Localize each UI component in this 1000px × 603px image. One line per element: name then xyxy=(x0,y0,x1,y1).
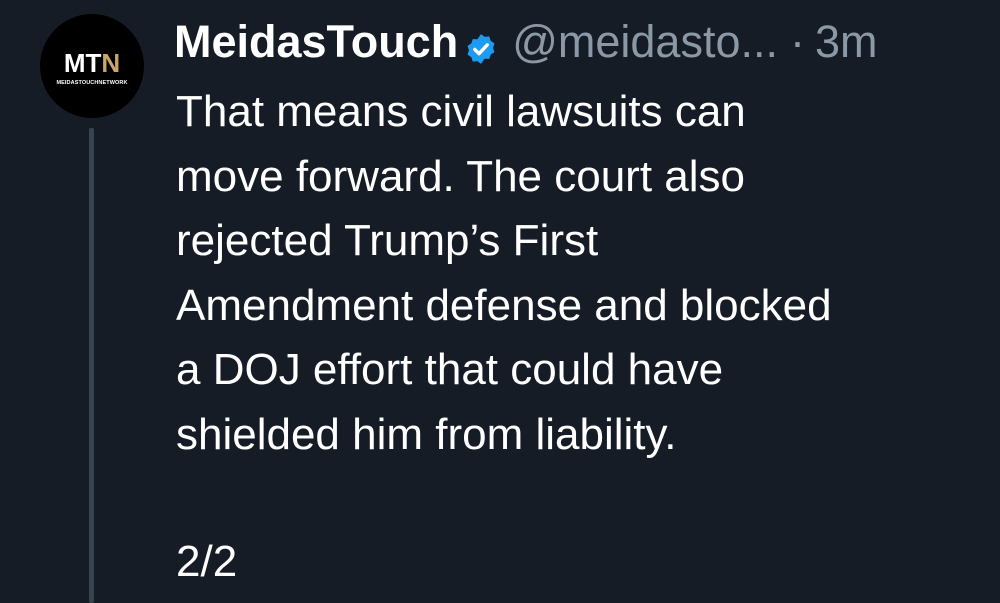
tweet-text-line: move forward. The court also xyxy=(176,151,745,201)
display-name[interactable]: MeidasTouch xyxy=(174,16,458,68)
tweet-text-line: shielded him from liability. xyxy=(176,409,677,459)
avatar-logo-n: N xyxy=(101,48,121,78)
avatar[interactable]: MTN MEIDASTOUCHNETWORK xyxy=(40,14,144,118)
thread-line xyxy=(89,128,94,603)
thread-count: 2/2 xyxy=(176,537,238,586)
verified-badge-icon xyxy=(464,25,498,64)
avatar-logo-mt: MT xyxy=(63,48,102,78)
timestamp[interactable]: 3m xyxy=(815,16,878,68)
avatar-subtext: MEIDASTOUCHNETWORK xyxy=(56,80,128,86)
separator-dot: · xyxy=(789,16,805,67)
avatar-logo: MTN xyxy=(40,50,144,76)
tweet-text: That means civil lawsuits can move forwa… xyxy=(176,80,986,467)
tweet-text-line: That means civil lawsuits can xyxy=(176,87,746,136)
tweet-text-line: Amendment defense and blocked xyxy=(176,280,832,330)
tweet-container: MTN MEIDASTOUCHNETWORK MeidasTouch @meid… xyxy=(0,0,1000,603)
tweet-text-line: rejected Trump’s First xyxy=(176,216,599,265)
tweet-text-line: a DOJ effort that could have xyxy=(176,345,724,394)
handle[interactable]: @meidasto... xyxy=(512,16,778,68)
tweet-header: MeidasTouch @meidasto... · 3m xyxy=(174,12,878,72)
